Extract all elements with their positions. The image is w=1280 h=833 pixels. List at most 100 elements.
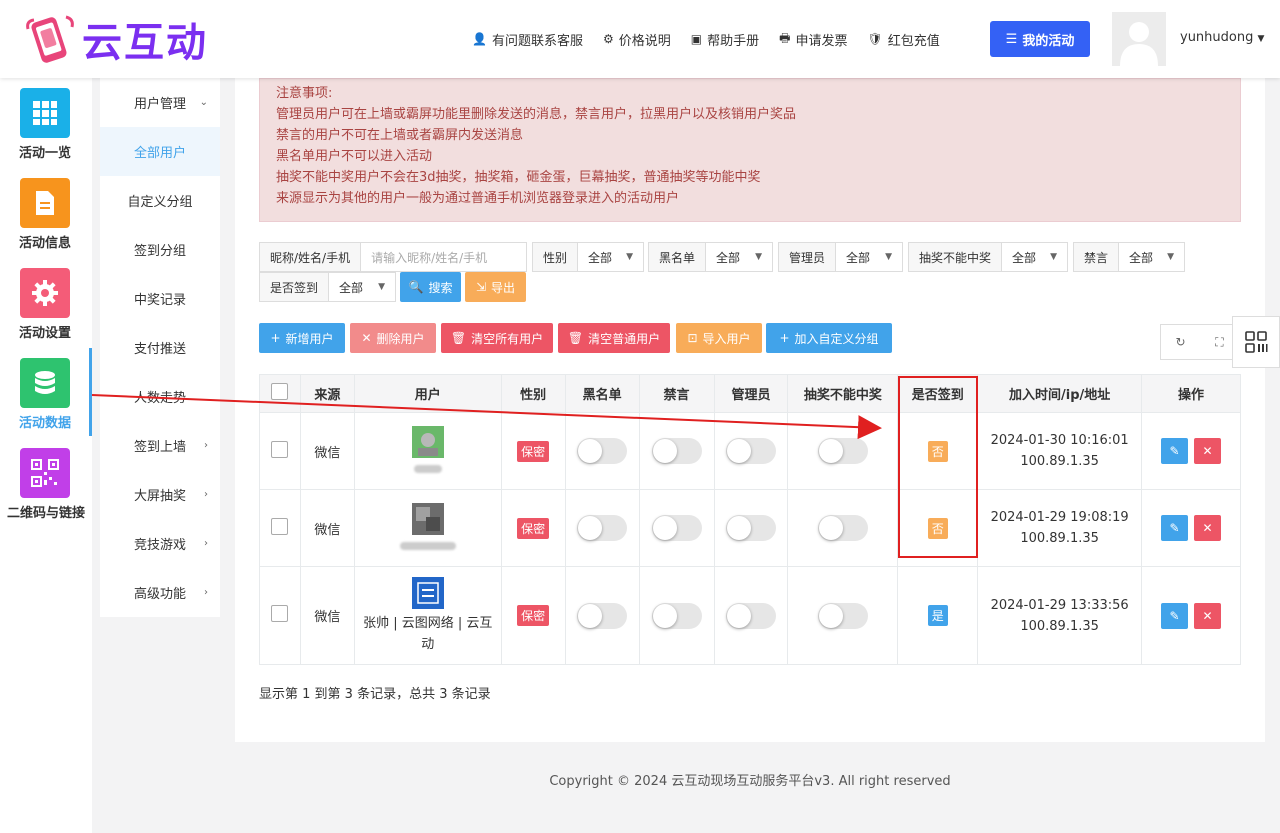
delete-user-button[interactable]: ✕ 删除用户: [350, 323, 436, 353]
caret-down-icon: ▼: [1167, 252, 1174, 262]
caret-down-icon: ▼: [378, 282, 385, 292]
add-to-custom-group-button[interactable]: + 加入自定义分组: [766, 323, 892, 353]
sidebar-item-activity-info[interactable]: 活动信息: [0, 168, 92, 256]
subnav-competitive-games[interactable]: 竞技游戏 ›: [100, 519, 220, 568]
col-mute[interactable]: 禁言: [638, 374, 715, 413]
search-input[interactable]: 请输入昵称/姓名/手机: [361, 243, 526, 271]
user-menu[interactable]: yunhudong ▼: [1180, 30, 1264, 45]
row-checkbox[interactable]: [271, 517, 289, 535]
gender-label: 性别: [533, 243, 579, 271]
join-time-cell: 2024-01-29 19:08:19 100.89.1.35: [977, 489, 1143, 567]
col-signed[interactable]: 是否签到: [897, 374, 979, 413]
blacklist-toggle[interactable]: [577, 438, 628, 464]
sidebar-item-activity-data[interactable]: 活动数据: [0, 348, 92, 436]
col-no-win[interactable]: 抽奖不能中奖: [787, 374, 899, 413]
sidebar-label: 活动设置: [19, 326, 72, 341]
user-avatar: [411, 502, 444, 535]
signed-cell: 否: [897, 412, 979, 490]
printer-icon: 🖶: [779, 30, 791, 45]
chevron-right-icon: ›: [204, 538, 208, 549]
delete-button[interactable]: ✕: [1194, 438, 1222, 464]
select-value: 全部: [339, 280, 364, 295]
subnav-big-screen-lottery[interactable]: 大屏抽奖 ›: [100, 470, 220, 519]
user-cell: [353, 489, 502, 567]
notice-title: 注意事项:: [276, 86, 333, 101]
admin-cell: [713, 489, 789, 567]
nowin-toggle[interactable]: [817, 515, 868, 541]
clear-all-users-button[interactable]: 🗑 清空所有用户: [441, 323, 553, 353]
admin-toggle[interactable]: [725, 602, 776, 629]
row-checkbox[interactable]: [271, 605, 289, 622]
refresh-icon[interactable]: ↻: [1161, 325, 1200, 359]
table-row: 微信 保密 否 2024-01-29 19:08:19 100.89.1.35 ✎…: [259, 489, 1241, 567]
logo[interactable]: 云互动: [22, 10, 208, 68]
my-activity-label: 我的活动: [1022, 33, 1075, 49]
admin-toggle[interactable]: [725, 515, 776, 541]
blacklist-cell: [564, 566, 640, 665]
delete-button[interactable]: ✕: [1194, 515, 1222, 541]
mute-toggle[interactable]: [651, 515, 702, 541]
floating-qrcode-icon[interactable]: [1232, 316, 1280, 368]
col-join-time[interactable]: 加入时间/ip/地址: [977, 374, 1143, 413]
admin-toggle[interactable]: [725, 438, 776, 464]
import-users-button[interactable]: ⊡ 导入用户: [676, 323, 762, 353]
sidebar-label: 二维码与链接: [7, 506, 86, 521]
close-icon: ✕: [1202, 521, 1213, 535]
delete-button[interactable]: ✕: [1194, 602, 1222, 629]
col-gender[interactable]: 性别: [500, 374, 566, 413]
nowin-toggle[interactable]: [817, 438, 868, 464]
blacklist-select[interactable]: 全部 ▼: [706, 243, 772, 271]
mute-toggle[interactable]: [651, 602, 702, 629]
subnav-prize-records[interactable]: 中奖记录: [100, 274, 220, 323]
subnav-all-users[interactable]: 全部用户: [100, 127, 220, 176]
export-button[interactable]: ⇲ 导出: [465, 272, 526, 302]
blacklist-toggle[interactable]: [577, 602, 628, 629]
nowin-toggle[interactable]: [817, 602, 868, 629]
col-blacklist[interactable]: 黑名单: [564, 374, 640, 413]
nowin-select[interactable]: 全部 ▼: [1002, 243, 1067, 271]
gender-select[interactable]: 全部 ▼: [578, 243, 643, 271]
nav-label: 帮助手册: [707, 33, 760, 49]
subnav-label: 大屏抽奖: [133, 489, 186, 504]
pricing-link[interactable]: ⚙ 价格说明: [603, 30, 671, 49]
row-checkbox[interactable]: [271, 440, 289, 458]
sidebar-item-activity-list[interactable]: 活动一览: [0, 78, 92, 166]
my-activity-button[interactable]: ☰ 我的活动: [990, 21, 1090, 57]
help-manual-link[interactable]: ▣ 帮助手册: [691, 30, 759, 49]
select-all-checkbox[interactable]: [271, 383, 289, 400]
edit-button[interactable]: ✎: [1161, 602, 1189, 629]
sidebar-item-qrcode-links[interactable]: 二维码与链接: [0, 438, 92, 526]
sidebar-item-activity-settings[interactable]: 活动设置: [0, 258, 92, 346]
subnav-signin-wall[interactable]: 签到上墙 ›: [100, 421, 220, 470]
contact-support-link[interactable]: 👤 有问题联系客服: [472, 30, 583, 49]
col-source[interactable]: 来源: [299, 374, 355, 413]
col-user[interactable]: 用户: [353, 374, 502, 413]
subnav-custom-groups[interactable]: 自定义分组: [100, 176, 220, 225]
signed-select[interactable]: 全部 ▼: [329, 273, 395, 301]
signed-cell: 是: [897, 566, 979, 665]
table-header-row: 来源 用户 性别 黑名单 禁言 管理员 抽奖不能中奖 是否签到 加入时间/ip/…: [259, 374, 1241, 413]
add-user-button[interactable]: + 新增用户: [259, 323, 345, 353]
edit-button[interactable]: ✎: [1161, 438, 1189, 464]
search-button[interactable]: 🔍 搜索: [400, 272, 461, 302]
edit-button[interactable]: ✎: [1161, 515, 1189, 541]
mute-toggle[interactable]: [651, 438, 702, 464]
subnav-people-trend[interactable]: 人数走势: [100, 372, 220, 421]
invoice-link[interactable]: 🖶 申请发票: [779, 29, 847, 50]
table-row: 微信 张帅 | 云图网络 | 云互动 保密 是 2024-01-29 13:33…: [259, 566, 1241, 665]
subnav-user-management[interactable]: 用户管理 ⌄: [100, 78, 220, 127]
redpacket-recharge-link[interactable]: 🛡 红包充值: [867, 30, 939, 49]
avatar[interactable]: [1112, 12, 1166, 66]
subnav-advanced-features[interactable]: 高级功能 ›: [100, 568, 220, 617]
mute-select[interactable]: 全部 ▼: [1119, 243, 1184, 271]
select-value: 全部: [846, 250, 871, 265]
blurred-username: [399, 541, 456, 550]
plus-icon: +: [270, 331, 281, 345]
row-select-cell: [259, 566, 301, 665]
subnav-payment-push[interactable]: 支付推送: [100, 323, 220, 372]
col-admin[interactable]: 管理员: [713, 374, 789, 413]
admin-select[interactable]: 全部 ▼: [836, 243, 902, 271]
subnav-signin-groups[interactable]: 签到分组: [100, 225, 220, 274]
clear-normal-users-button[interactable]: 🗑 清空普通用户: [558, 323, 670, 353]
blacklist-toggle[interactable]: [577, 515, 628, 541]
